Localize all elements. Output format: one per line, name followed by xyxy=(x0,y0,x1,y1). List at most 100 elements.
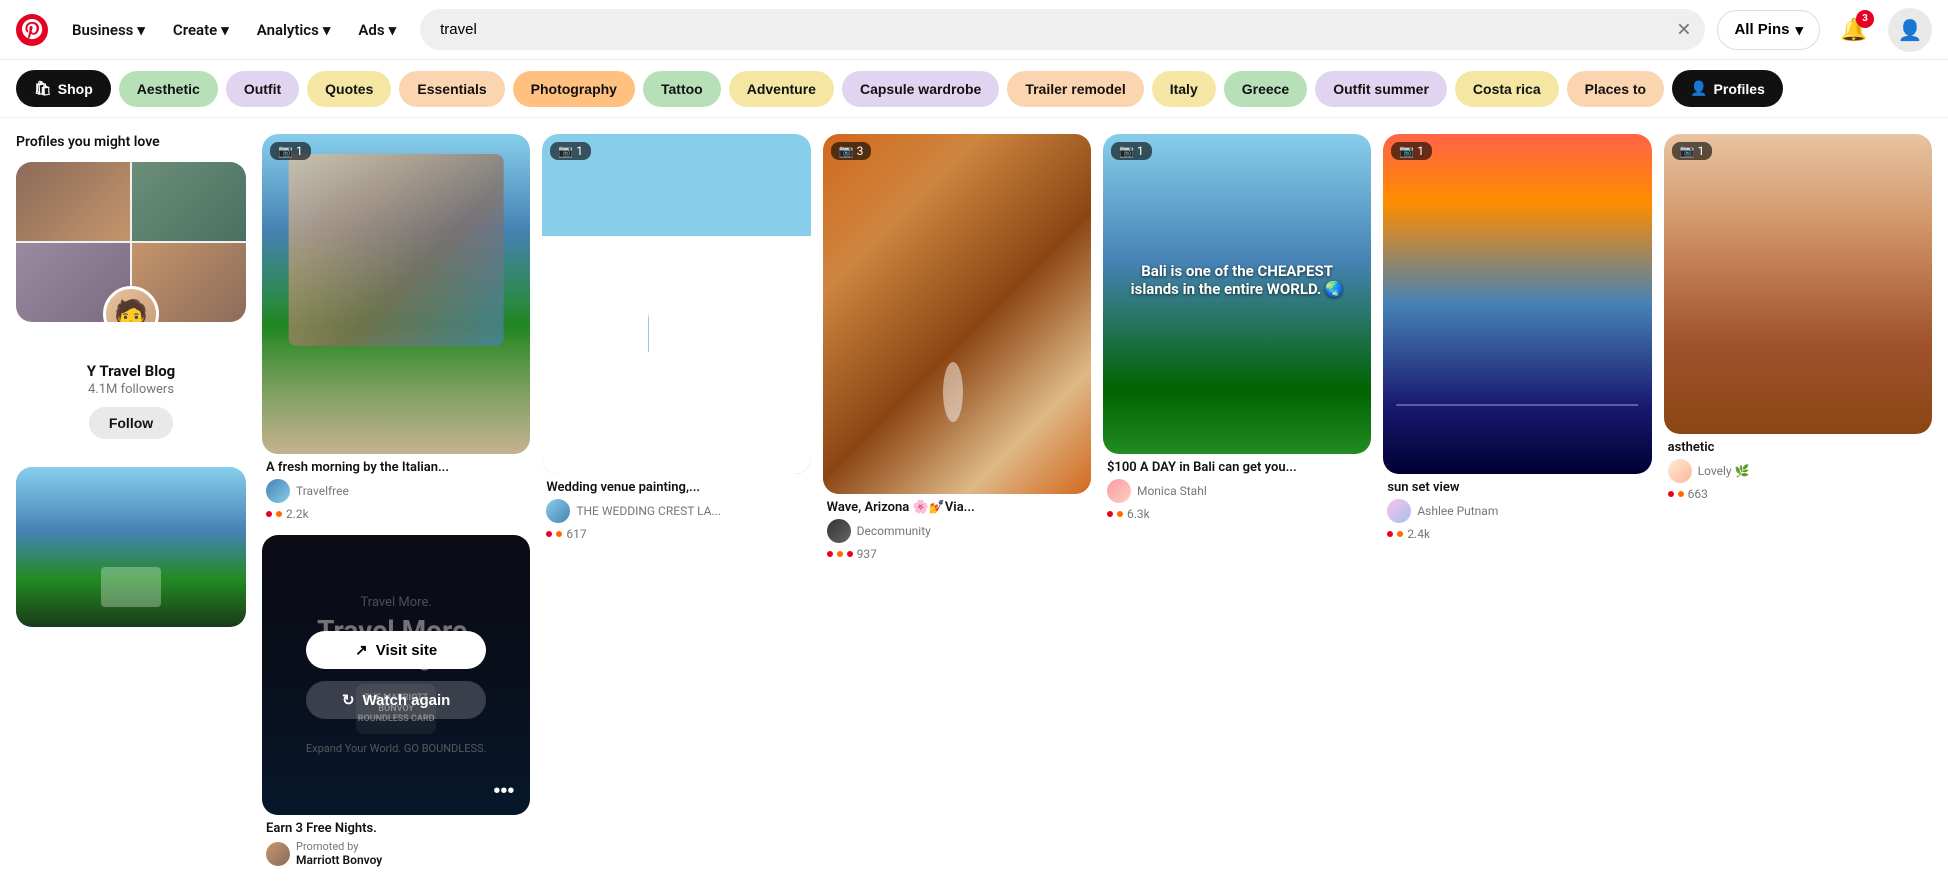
nav-business[interactable]: Business ▾ xyxy=(60,13,157,47)
pin-title-aesthetic: asthetic xyxy=(1668,440,1928,455)
camera-icon-sunset: 📷 xyxy=(1399,144,1414,158)
sidebar-second-pin[interactable]: 📷 1 xyxy=(16,467,246,627)
chip-italy[interactable]: Italy xyxy=(1152,71,1216,107)
chip-greece[interactable]: Greece xyxy=(1224,71,1307,107)
pin-author-row-sunset: Ashlee Putnam xyxy=(1387,499,1647,523)
pin-title-sunset: sun set view xyxy=(1387,480,1647,495)
bali-overlay-text: Bali is one of the CHEAPEST islands in t… xyxy=(1116,262,1357,298)
pin-author-avatar-wave xyxy=(827,519,851,543)
pin-image-sunset xyxy=(1383,134,1651,474)
pin-card-inner-aesthetic: 📷 1 xyxy=(1664,134,1932,434)
camera-icon-wave: 📷 xyxy=(839,144,854,158)
nav-create[interactable]: Create ▾ xyxy=(161,13,241,47)
pin-stats-wave: 937 xyxy=(827,547,1087,561)
greece-wall-1 xyxy=(649,236,703,355)
camera-icon-bali: 📷 xyxy=(1119,144,1134,158)
chip-costa-rica[interactable]: Costa rica xyxy=(1455,71,1559,107)
chip-shop[interactable]: 🛍 Shop xyxy=(16,70,111,107)
pin-title-wave: Wave, Arizona 🌸💅Via... xyxy=(827,500,1087,515)
pin-card-amalfi[interactable]: 📷 1 A fresh morning by the Italian... Tr… xyxy=(262,134,530,523)
pin-image-bali: Bali is one of the CHEAPEST islands in t… xyxy=(1103,134,1371,454)
pin-card-promo[interactable]: Travel More. Travel More. 3 Free Nights … xyxy=(262,535,530,873)
chip-essentials[interactable]: Essentials xyxy=(399,71,504,107)
pin-card-greece[interactable]: 📷 1 Wedding venue painting,... THE WEDDI… xyxy=(542,134,810,543)
search-input[interactable] xyxy=(420,9,1705,50)
pin-author-avatar-sunset xyxy=(1387,499,1411,523)
pin-author-name-greece: THE WEDDING CREST LA... xyxy=(576,504,721,518)
visit-site-icon: ↗ xyxy=(355,641,368,659)
pin-card-bali[interactable]: Bali is one of the CHEAPEST islands in t… xyxy=(1103,134,1371,523)
pin-badge-bali: 📷 1 xyxy=(1111,142,1152,160)
pin-sponsor-name: Marriott Bonvoy xyxy=(296,853,382,867)
pin-info-aesthetic: asthetic Lovely 🌿 663 xyxy=(1664,434,1932,503)
chip-outfit[interactable]: Outfit xyxy=(226,71,299,107)
pin-card-inner-sunset: 📷 1 xyxy=(1383,134,1651,474)
follow-button[interactable]: Follow xyxy=(89,407,173,439)
pin-card-inner-promo: Travel More. Travel More. 3 Free Nights … xyxy=(262,535,530,815)
pin-title-promo: Earn 3 Free Nights. xyxy=(266,821,526,836)
visit-site-button[interactable]: ↗ Visit site xyxy=(306,631,486,669)
pin-card-inner-amalfi: 📷 1 xyxy=(262,134,530,454)
chip-profiles[interactable]: 👤 Profiles xyxy=(1672,70,1783,107)
pin-author-avatar-promo xyxy=(266,842,290,866)
pin-title-bali: $100 A DAY in Bali can get you... xyxy=(1107,460,1367,475)
pin-card-wave[interactable]: 📷 3 Wave, Arizona 🌸💅Via... Decommunity 9… xyxy=(823,134,1091,563)
stat-dot-wave-2 xyxy=(837,551,843,557)
sidebar: Profiles you might love 🧑 Y Travel Blog … xyxy=(16,134,246,873)
pin-card-sunset[interactable]: 📷 1 sun set view Ashlee Putnam 2.4k xyxy=(1383,134,1651,543)
user-avatar[interactable]: 👤 xyxy=(1888,8,1932,52)
pin-info-bali: $100 A DAY in Bali can get you... Monica… xyxy=(1103,454,1371,523)
nav-analytics[interactable]: Analytics ▾ xyxy=(245,13,343,47)
sidebar-title: Profiles you might love xyxy=(16,134,246,150)
profile-followers: 4.1M followers xyxy=(24,382,238,397)
pin-author-row-greece: THE WEDDING CREST LA... xyxy=(546,499,806,523)
chip-outfit-summer[interactable]: Outfit summer xyxy=(1315,71,1447,107)
chip-capsule-wardrobe[interactable]: Capsule wardrobe xyxy=(842,71,999,107)
shop-bag-icon: 🛍 xyxy=(34,80,52,97)
ads-chevron-icon: ▾ xyxy=(389,21,397,39)
chip-places-to[interactable]: Places to xyxy=(1567,71,1664,107)
pin-info-amalfi: A fresh morning by the Italian... Travel… xyxy=(262,454,530,523)
pin-stats-aesthetic: 663 xyxy=(1668,487,1928,501)
profile-card[interactable]: 🧑 xyxy=(16,162,246,322)
stat-dot-1 xyxy=(266,511,272,517)
all-pins-chevron-icon: ▾ xyxy=(1795,21,1803,39)
chip-trailer-remodel[interactable]: Trailer remodel xyxy=(1007,71,1143,107)
stat-dot-greece-1 xyxy=(546,531,552,537)
nav-ads[interactable]: Ads ▾ xyxy=(346,13,408,47)
profile-bg-tile-2 xyxy=(132,162,246,241)
pin-image-aesthetic xyxy=(1664,134,1932,434)
pin-more-button-promo[interactable]: ••• xyxy=(485,776,522,807)
notification-button[interactable]: 🔔 3 xyxy=(1832,8,1876,52)
pinterest-logo[interactable] xyxy=(16,14,48,46)
pin-author-avatar-greece xyxy=(546,499,570,523)
watch-again-button[interactable]: ↻ Watch again xyxy=(306,681,486,719)
pin-badge-sunset: 📷 1 xyxy=(1391,142,1432,160)
pin-card-aesthetic[interactable]: 📷 1 asthetic Lovely 🌿 663 xyxy=(1664,134,1932,503)
search-bar: ✕ xyxy=(420,9,1705,50)
chip-adventure[interactable]: Adventure xyxy=(729,71,834,107)
chip-quotes[interactable]: Quotes xyxy=(307,71,391,107)
create-chevron-icon: ▾ xyxy=(221,21,229,39)
pin-author-avatar-bali xyxy=(1107,479,1131,503)
header: Business ▾ Create ▾ Analytics ▾ Ads ▾ ✕ … xyxy=(0,0,1948,60)
profile-bg-tile-1 xyxy=(16,162,130,241)
greece-wall-2 xyxy=(542,352,810,474)
pin-author-name-sunset: Ashlee Putnam xyxy=(1417,504,1498,518)
pin-title-amalfi: A fresh morning by the Italian... xyxy=(266,460,526,475)
search-clear-icon[interactable]: ✕ xyxy=(1676,19,1691,40)
chip-photography[interactable]: Photography xyxy=(513,71,635,107)
notification-badge: 3 xyxy=(1856,10,1874,28)
all-pins-button[interactable]: All Pins ▾ xyxy=(1717,10,1820,50)
camera-icon-greece: 📷 xyxy=(558,144,573,158)
camera-icon-aesthetic: 📷 xyxy=(1680,144,1695,158)
chip-tattoo[interactable]: Tattoo xyxy=(643,71,721,107)
camera-icon-amalfi: 📷 xyxy=(278,144,293,158)
pin-author-name-amalfi: Travelfree xyxy=(296,484,349,498)
stat-dot-bali-1 xyxy=(1107,511,1113,517)
pin-card-inner-wave: 📷 3 xyxy=(823,134,1091,494)
pin-author-name-aesthetic: Lovely 🌿 xyxy=(1698,464,1750,478)
pin-author-name-wave: Decommunity xyxy=(857,524,931,538)
pin-stats-sunset: 2.4k xyxy=(1387,527,1647,541)
chip-aesthetic[interactable]: Aesthetic xyxy=(119,71,218,107)
